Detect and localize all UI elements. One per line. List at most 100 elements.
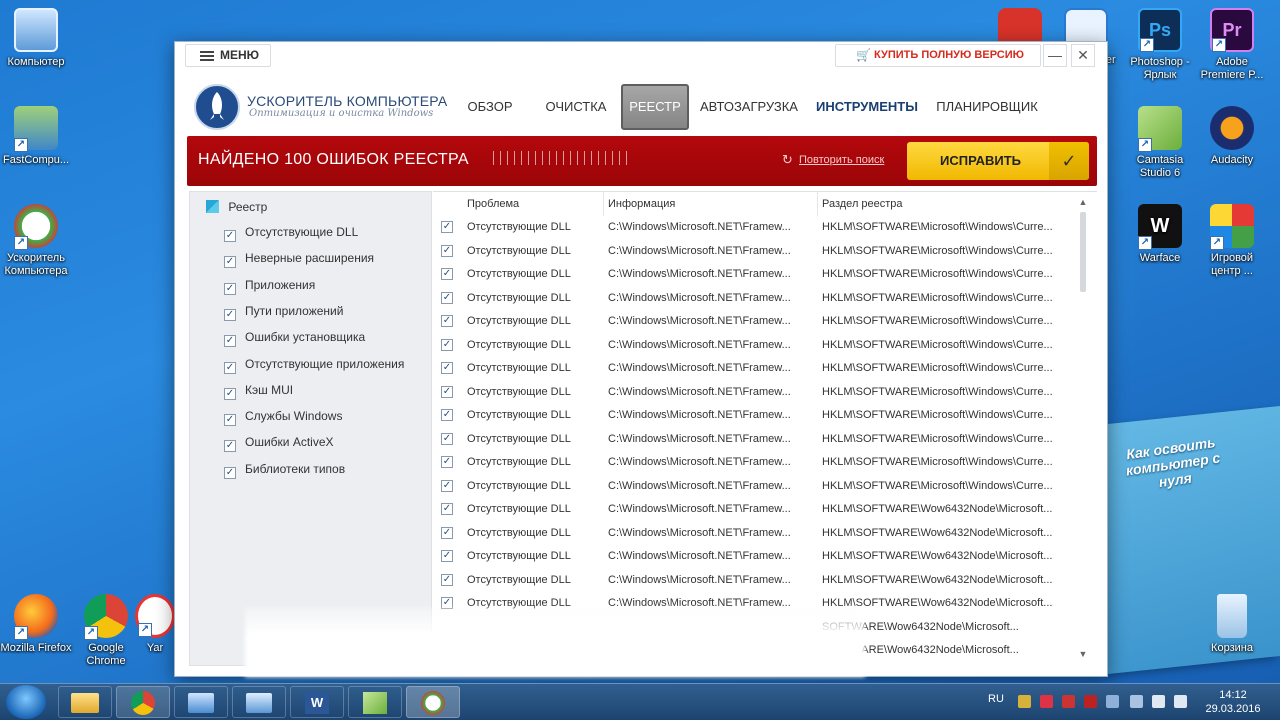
desktop-icon-uskoritel[interactable]: ↗ Ускоритель Компьютера (0, 204, 72, 278)
tab-scheduler[interactable]: ПЛАНИРОВЩИК (935, 84, 1039, 130)
row-checkbox[interactable]: ✓ (441, 479, 453, 492)
row-checkbox[interactable]: ✓ (441, 221, 453, 233)
row-checkbox[interactable]: ✓ (441, 362, 453, 374)
row-checkbox[interactable]: ✓ (441, 244, 453, 257)
row-checkbox[interactable]: ✓ (441, 268, 453, 280)
category-root[interactable]: Реестр (206, 200, 267, 214)
desktop-icon-recycle-bin[interactable]: Корзина (1196, 594, 1268, 655)
start-button[interactable] (6, 685, 46, 719)
buy-full-version-button[interactable]: 🛒 КУПИТЬ ПОЛНУЮ ВЕРСИЮ (835, 44, 1041, 67)
taskbar-app-a[interactable] (174, 686, 228, 718)
checkbox[interactable]: ✓ (224, 362, 236, 374)
row-checkbox[interactable]: ✓ (441, 315, 453, 327)
taskbar-chrome[interactable] (116, 686, 170, 718)
table-row[interactable]: ✓ Отсутствующие DLL C:\Windows\Microsoft.N… (433, 310, 1073, 333)
row-checkbox[interactable]: ✓ (441, 409, 453, 421)
desktop-icon-firefox[interactable]: ↗ Mozilla Firefox (0, 594, 72, 655)
tray-display-icon[interactable] (1130, 695, 1143, 708)
menu-button[interactable]: МЕНЮ (185, 44, 271, 67)
category-item[interactable]: ✓ Отсутствующие DLL (224, 223, 358, 242)
taskbar-uskoritel[interactable] (406, 686, 460, 718)
desktop-icon-premiere[interactable]: Pr ↗ Adobe Premiere P... (1196, 8, 1268, 82)
table-row[interactable]: ✓ Отсутствующие DLL C:\Windows\Microsoft.N… (433, 451, 1073, 474)
category-item[interactable]: ✓ Отсутствующие приложения (224, 355, 404, 374)
desktop-icon-computer[interactable]: Компьютер (0, 8, 72, 69)
language-indicator[interactable]: RU (988, 693, 1004, 705)
row-checkbox[interactable]: ✓ (441, 338, 453, 351)
category-item[interactable]: ✓ Библиотеки типов (224, 460, 345, 479)
table-row[interactable]: ✓ Отсутствующие DLL C:\Windows\Microsoft.N… (433, 381, 1073, 404)
table-row[interactable]: ✓ Отсутствующие DLL C:\Windows\Microsoft.N… (433, 475, 1073, 498)
column-header-registry-key[interactable]: Раздел реестра (822, 198, 903, 210)
row-checkbox[interactable]: ✓ (441, 550, 453, 562)
category-item[interactable]: ✓ Неверные расширения (224, 249, 374, 268)
category-item[interactable]: ✓ Службы Windows (224, 407, 342, 426)
column-header-info[interactable]: Информация (608, 198, 675, 210)
category-item[interactable]: ✓ Пути приложений (224, 302, 343, 321)
desktop-icon-warface[interactable]: W ↗ Warface (1124, 204, 1196, 265)
desktop-icon-yandex[interactable]: ↗ Yar (130, 594, 180, 655)
checkbox[interactable]: ✓ (224, 335, 236, 347)
vertical-scrollbar[interactable]: ▲ ▼ (1077, 192, 1089, 666)
desktop-icon-fastcompu[interactable]: ↗ FastCompu... (0, 106, 72, 167)
taskbar-app-b[interactable] (232, 686, 286, 718)
row-checkbox[interactable]: ✓ (441, 385, 453, 398)
tray-app-icon[interactable] (1062, 695, 1075, 708)
table-row[interactable]: ✓ Отсутствующие DLL C:\Windows\Microsoft.N… (433, 498, 1073, 521)
tray-network-warning-icon[interactable] (1040, 695, 1053, 708)
category-item[interactable]: ✓ Ошибки ActiveX (224, 433, 334, 452)
table-row[interactable]: ✓ Отсутствующие DLL C:\Windows\Microsoft.N… (433, 569, 1073, 592)
checkbox[interactable]: ✓ (224, 467, 236, 479)
table-row[interactable]: ✓ Отсутствующие DLL C:\Windows\Microsoft.N… (433, 334, 1073, 357)
table-row[interactable]: ✓ Отсутствующие DLL C:\Windows\Microsoft.N… (433, 404, 1073, 427)
tray-adobe-icon[interactable] (1084, 695, 1097, 708)
fix-button[interactable]: ИСПРАВИТЬ ✓ (907, 142, 1089, 180)
tray-pen-icon[interactable] (1106, 695, 1119, 708)
clock[interactable]: 14:12 29.03.2016 (1198, 688, 1268, 716)
category-item[interactable]: ✓ Приложения (224, 276, 315, 295)
row-checkbox[interactable]: ✓ (441, 573, 453, 586)
close-button[interactable]: ✕ (1071, 44, 1095, 67)
tab-cleanup[interactable]: ОЧИСТКА (537, 84, 615, 130)
row-checkbox[interactable]: ✓ (441, 291, 453, 304)
row-checkbox[interactable]: ✓ (441, 503, 453, 515)
table-row[interactable]: ✓ Отсутствующие DLL C:\Windows\Microsoft.N… (433, 428, 1073, 451)
category-item[interactable]: ✓ Кэш MUI (224, 381, 293, 400)
checkbox[interactable]: ✓ (224, 283, 236, 295)
tray-flag-icon[interactable] (1018, 695, 1031, 708)
table-row[interactable]: ✓ Отсутствующие DLL C:\Windows\Microsoft.N… (433, 545, 1073, 568)
checkbox[interactable]: ✓ (224, 230, 236, 242)
table-row[interactable]: ✓ Отсутствующие DLL C:\Windows\Microsoft.N… (433, 287, 1073, 310)
checkbox[interactable]: ✓ (224, 388, 236, 400)
checkbox[interactable]: ✓ (224, 440, 236, 452)
scroll-down-icon[interactable]: ▼ (1077, 648, 1089, 660)
checkbox[interactable]: ✓ (224, 309, 236, 321)
column-header-problem[interactable]: Проблема (467, 198, 519, 210)
table-row[interactable]: ✓ Отсутствующие DLL C:\Windows\Microsoft.N… (433, 522, 1073, 545)
tray-volume-icon[interactable] (1174, 695, 1187, 708)
minimize-button[interactable]: — (1043, 44, 1067, 67)
table-row[interactable]: ✓ Отсутствующие DLL C:\Windows\Microsoft.N… (433, 216, 1073, 239)
checkbox[interactable]: ✓ (224, 414, 236, 426)
table-row[interactable]: ✓ Отсутствующие DLL C:\Windows\Microsoft.N… (433, 240, 1073, 263)
tab-autostart[interactable]: АВТОЗАГРУЗКА (697, 84, 801, 130)
taskbar-camtasia[interactable] (348, 686, 402, 718)
tray-signal-icon[interactable] (1152, 695, 1165, 708)
desktop-icon-game-center[interactable]: ↗ Игровой центр ... (1196, 204, 1268, 278)
desktop-icon-photoshop[interactable]: Ps ↗ Photoshop - Ярлык (1124, 8, 1196, 82)
scroll-up-icon[interactable]: ▲ (1077, 196, 1089, 208)
table-row[interactable]: ✓ Отсутствующие DLL C:\Windows\Microsoft.N… (433, 357, 1073, 380)
tab-overview[interactable]: ОБЗОР (455, 84, 525, 130)
row-checkbox[interactable]: ✓ (441, 456, 453, 468)
tab-tools[interactable]: ИНСТРУМЕНТЫ (811, 84, 923, 130)
scroll-thumb[interactable] (1080, 212, 1086, 292)
category-item[interactable]: ✓ Ошибки установщика (224, 328, 365, 347)
row-checkbox[interactable]: ✓ (441, 526, 453, 539)
table-row[interactable]: ✓ Отсутствующие DLL C:\Windows\Microsoft.N… (433, 263, 1073, 286)
taskbar-word[interactable]: W (290, 686, 344, 718)
taskbar-explorer[interactable] (58, 686, 112, 718)
desktop-icon-audacity[interactable]: Audacity (1196, 106, 1268, 167)
tab-registry[interactable]: РЕЕСТР (621, 84, 689, 130)
checkbox[interactable]: ✓ (224, 256, 236, 268)
desktop-icon-camtasia[interactable]: ↗ Camtasia Studio 6 (1124, 106, 1196, 180)
